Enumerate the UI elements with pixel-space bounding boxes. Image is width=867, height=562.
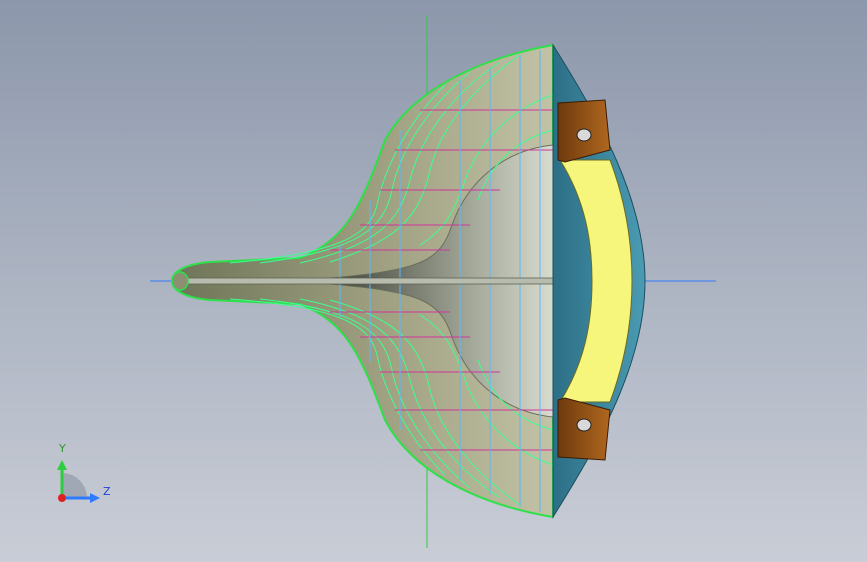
mount-hole-bottom xyxy=(576,418,592,432)
coordinate-triad-icon[interactable] xyxy=(40,438,120,518)
mount-hole-top xyxy=(576,128,592,142)
axis-label-y: Y xyxy=(59,442,66,455)
cad-viewport[interactable]: Y Z xyxy=(0,0,867,562)
feed-waveguide xyxy=(179,277,561,285)
axis-label-z: Z xyxy=(103,485,111,498)
feed-tip xyxy=(171,271,189,291)
horn-antenna-model[interactable] xyxy=(0,0,867,562)
